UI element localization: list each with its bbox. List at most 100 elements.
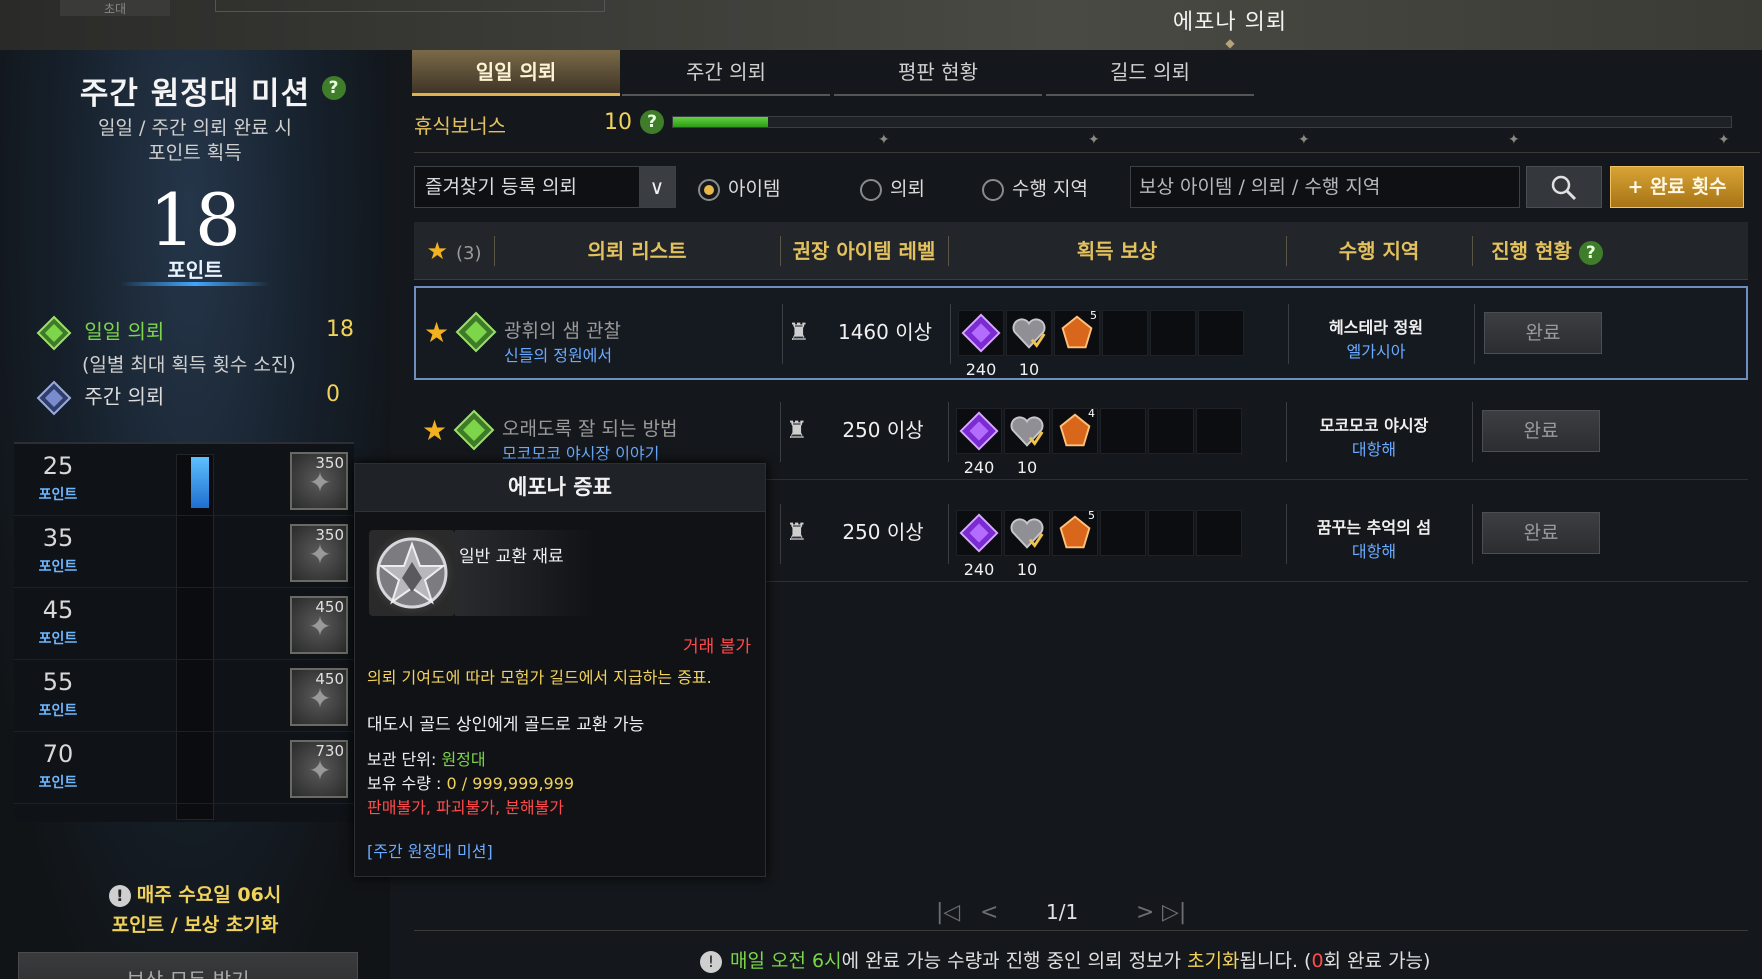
storage-value: 원정대	[441, 750, 486, 769]
daily-quest-value: 18	[326, 317, 354, 342]
daily-quest-summary: 일일 의뢰 18	[36, 315, 354, 351]
divider	[780, 402, 781, 462]
mission-subtitle-line1: 일일 / 주간 의뢰 완료 시	[98, 117, 292, 139]
quest-filter-dropdown[interactable]: 즐겨찾기 등록 의뢰 ∨	[414, 166, 676, 208]
quest-subtitle: 신들의 정원에서	[504, 346, 613, 365]
quest-level: 250 이상	[842, 418, 924, 442]
complete-button[interactable]: 완료	[1482, 512, 1600, 554]
daily-quest-gem-icon	[453, 409, 495, 451]
tab-weekly[interactable]: 주간 의뢰	[622, 50, 830, 96]
tier-points: 45	[42, 596, 74, 624]
radio-dot[interactable]	[860, 178, 882, 201]
restriction-sell: 판매불가	[367, 798, 426, 817]
radio-region[interactable]: 수행 지역	[982, 174, 1088, 201]
epona-emblem-icon: ✦	[308, 538, 332, 571]
radio-quest[interactable]: 의뢰	[860, 174, 925, 201]
empty-reward-slot	[1148, 408, 1194, 454]
owned-label: 보유 수량 :	[367, 774, 447, 793]
footer-text: 회 완료 가능)	[1323, 950, 1431, 972]
orange-gem-reward-icon[interactable]: 5	[1054, 309, 1100, 356]
fav-column-header[interactable]: ★ (3)	[414, 222, 494, 280]
favorite-star-icon[interactable]: ★	[424, 316, 449, 349]
weekly-mission-panel: 주간 원정대 미션 ? 일일 / 주간 의뢰 완료 시 포인트 획득 18 포인…	[0, 50, 390, 979]
title-ornament-icon: ◆	[1225, 36, 1235, 50]
search-input[interactable]: 보상 아이템 / 의뢰 / 수행 지역	[1130, 166, 1520, 208]
tooltip-item-type: 일반 교환 재료	[459, 547, 564, 567]
prev-page-icon[interactable]: <	[980, 900, 998, 925]
restriction-dismantle: 분해불가	[505, 798, 565, 817]
invite-tab[interactable]: 초대	[60, 0, 170, 16]
radio-dot[interactable]	[698, 178, 720, 201]
tooltip-title: 에포나 증표	[355, 464, 765, 512]
weekly-reset-notice: ! 매주 수요일 06시 포인트 / 보상 초기화	[0, 880, 390, 940]
tab-guild[interactable]: 길드 의뢰	[1046, 50, 1254, 96]
mission-title: 주간 원정대 미션 ?	[0, 68, 390, 113]
empty-reward-slot	[1150, 310, 1196, 356]
epona-emblem-icon: ✦	[308, 610, 332, 643]
silver-heart-reward-icon[interactable]	[1004, 510, 1050, 556]
divider	[1472, 504, 1473, 564]
rest-bonus-help-icon[interactable]: ?	[640, 110, 664, 134]
favorite-star-icon[interactable]: ★	[422, 414, 447, 447]
reward-badge: 5	[1090, 309, 1097, 322]
first-page-icon[interactable]: |◁	[936, 900, 960, 925]
reward-quantity: 240	[963, 458, 995, 477]
col-reward: 획득 보상	[1076, 239, 1158, 263]
tier-reward-box[interactable]: 450 ✦	[290, 596, 348, 654]
help-icon[interactable]: ?	[322, 76, 346, 100]
rest-bonus-value: 10	[604, 110, 632, 135]
epona-token-reward-icon[interactable]	[958, 310, 1004, 356]
silver-heart-reward-icon[interactable]	[1004, 408, 1050, 454]
search-button[interactable]	[1526, 166, 1602, 208]
epona-emblem-icon: ✦	[308, 466, 332, 499]
quest-row[interactable]: ★ 광휘의 샘 관찰 신들의 정원에서 ♜ 1460 이상 240 10 5 헤…	[414, 286, 1748, 380]
quest-region: 헤스테라 정원	[1329, 318, 1423, 337]
claim-all-button[interactable]: 보상 모두 받기	[18, 952, 358, 979]
help-icon[interactable]: ?	[1578, 241, 1603, 265]
divider	[414, 152, 1760, 153]
quest-region: 모코모코 야시장	[1319, 416, 1429, 435]
empty-reward-slot	[1100, 510, 1146, 556]
tick-marker-icon: ✦	[1298, 132, 1310, 148]
quest-level: 250 이상	[842, 520, 924, 544]
divider	[1474, 304, 1475, 364]
daily-quest-note: (일별 최대 획득 횟수 소진)	[82, 354, 296, 376]
tier-reward-box[interactable]: 450 ✦	[290, 668, 348, 726]
chevron-down-icon[interactable]: ∨	[639, 167, 675, 207]
divider	[780, 504, 781, 564]
tier-reward-box[interactable]: 730 ✦	[290, 740, 348, 798]
window-title: 에포나 의뢰	[1172, 10, 1288, 35]
reward-quantity: 240	[965, 360, 997, 379]
silver-heart-reward-icon[interactable]	[1006, 310, 1052, 356]
quest-continent: 대항해	[1351, 440, 1397, 459]
weekly-quest-value: 0	[326, 382, 340, 407]
orange-gem-reward-icon[interactable]: 4	[1052, 407, 1098, 454]
footer-text: 에 완료 가능 수량과 진행 중인 의뢰 정보가	[841, 950, 1188, 972]
complete-button[interactable]: 완료	[1482, 410, 1600, 452]
epona-token-reward-icon[interactable]	[956, 510, 1002, 556]
divider	[782, 304, 783, 364]
radio-dot[interactable]	[982, 178, 1004, 201]
orange-gem-reward-icon[interactable]: 5	[1052, 509, 1098, 556]
daily-quest-gem-icon	[36, 315, 72, 351]
complete-count-button[interactable]: + 완료 횟수	[1610, 166, 1744, 208]
tier-points: 70	[42, 740, 74, 768]
reward-quantity: 10	[1016, 560, 1038, 579]
mission-title-text: 주간 원정대 미션	[79, 76, 311, 112]
epona-emblem-icon: ✦	[308, 754, 332, 787]
epona-token-reward-icon[interactable]	[956, 408, 1002, 454]
last-page-icon[interactable]: ▷|	[1162, 900, 1186, 925]
complete-button[interactable]: 완료	[1484, 312, 1602, 354]
daily-reset-notice: ! 매일 오전 6시에 완료 가능 수량과 진행 중인 의뢰 정보가 초기화됩니다…	[700, 946, 1430, 973]
next-page-icon[interactable]: >	[1136, 900, 1154, 925]
quest-continent: 엘가시아	[1346, 342, 1406, 361]
tier-reward-box[interactable]: 350 ✦	[290, 452, 348, 510]
tab-daily[interactable]: 일일 의뢰	[412, 50, 620, 96]
empty-reward-slot	[1198, 310, 1244, 356]
tab-reputation[interactable]: 평판 현황	[834, 50, 1042, 96]
reward-quantity: 10	[1016, 458, 1038, 477]
radio-item[interactable]: 아이템	[698, 174, 780, 201]
helmet-icon: ♜	[786, 518, 808, 546]
tier-reward-box[interactable]: 350 ✦	[290, 524, 348, 582]
divider	[950, 304, 951, 364]
